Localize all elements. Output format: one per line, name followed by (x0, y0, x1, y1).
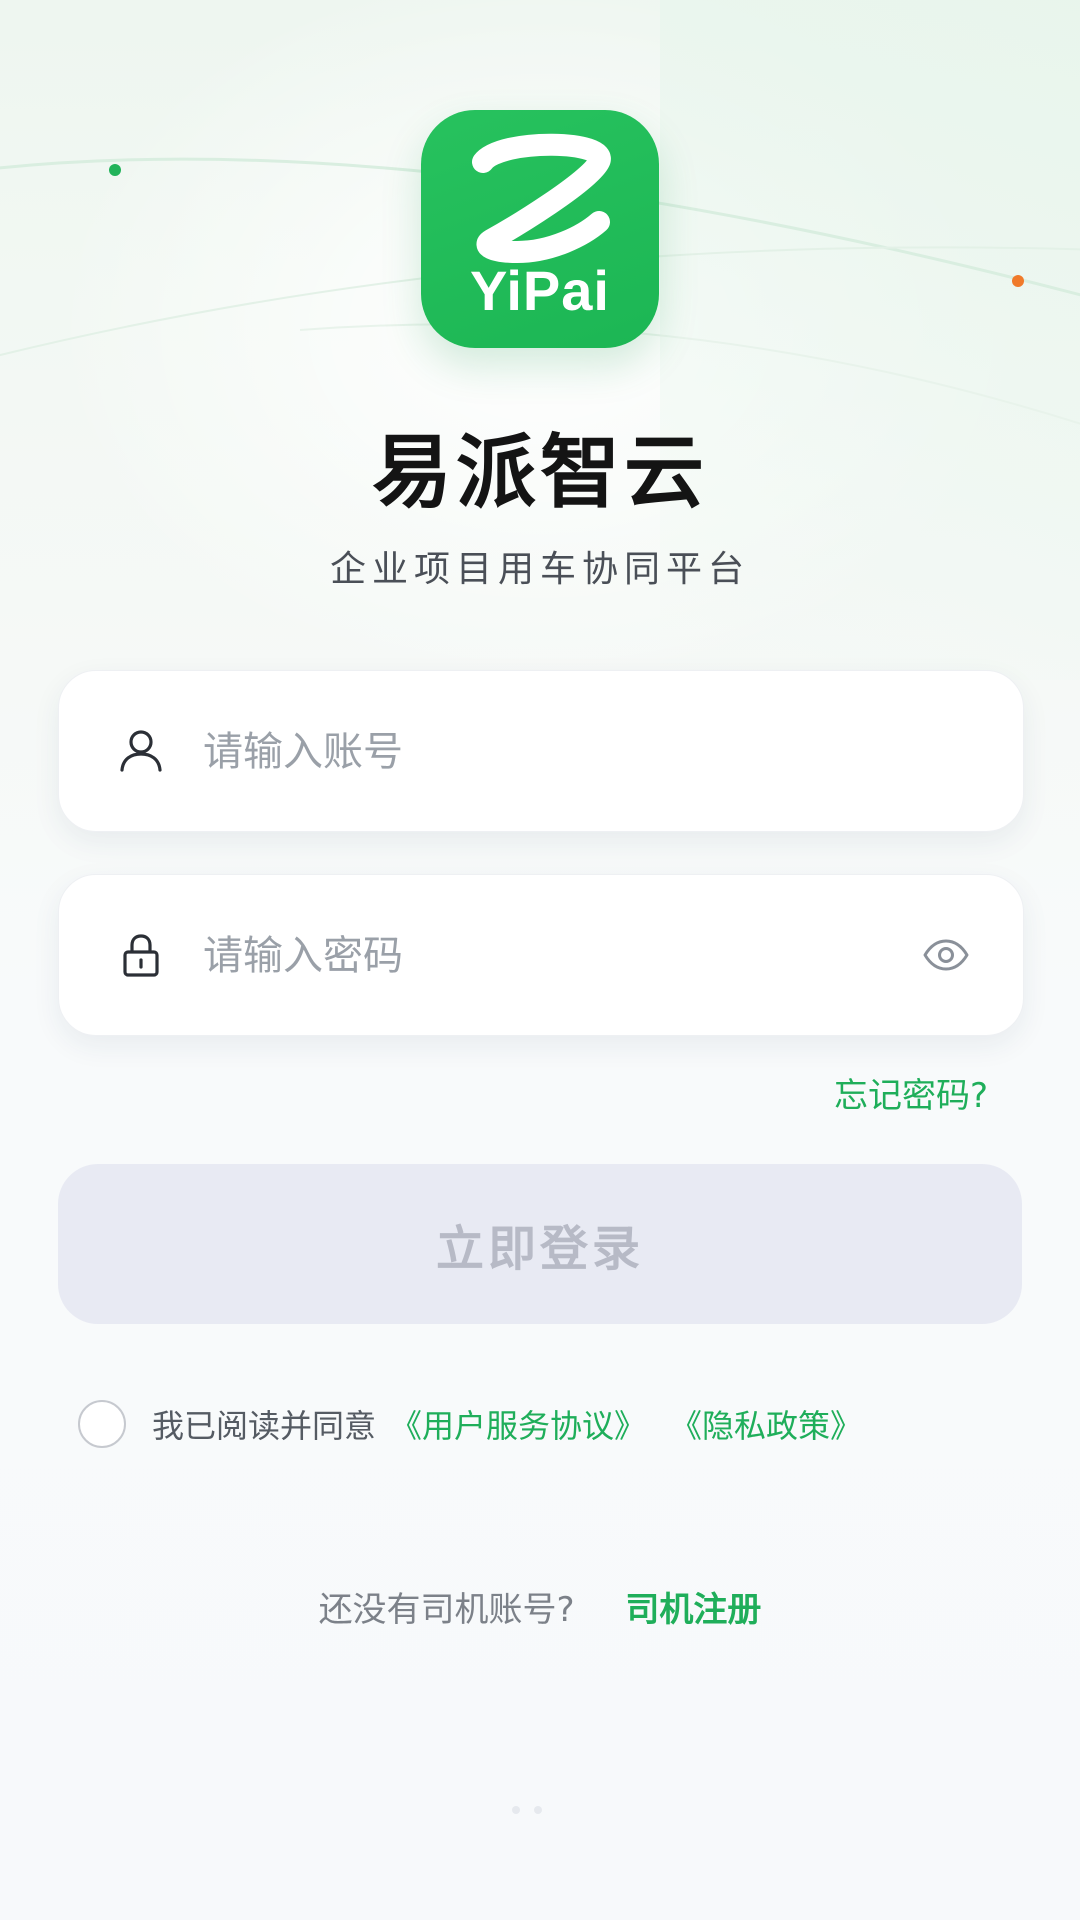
register-question: 还没有司机账号? (318, 1590, 575, 1630)
app-title: 易派智云 (372, 426, 708, 519)
lock-icon (123, 934, 159, 977)
app-subtitle: 企业项目用车协同平台 (329, 549, 750, 590)
eye-icon[interactable] (921, 930, 971, 980)
agreement-row: 我已阅读并同意 《用户服务协议》 《隐私政策》 (78, 1396, 886, 1452)
password-field[interactable] (58, 874, 1024, 1037)
green-dot (109, 164, 121, 176)
privacy-link[interactable]: 《隐私政策》 (670, 1401, 862, 1447)
orange-dot (1012, 275, 1024, 287)
agreement-text: 我已阅读并同意 (152, 1407, 377, 1445)
terms-link[interactable]: 《用户服务协议》 (390, 1401, 646, 1447)
page-dot (534, 1806, 542, 1814)
page-indicator (512, 1806, 542, 1814)
forgot-password-link[interactable]: 忘记密码? (834, 1068, 988, 1117)
password-input[interactable] (201, 875, 905, 1037)
decorative-arcs (0, 157, 1080, 425)
account-input[interactable] (201, 671, 905, 833)
account-field[interactable] (58, 670, 1024, 833)
logo-text: YiPai (470, 259, 610, 322)
register-row: 还没有司机账号? 司机注册 (0, 1582, 1080, 1631)
login-button[interactable]: 立即登录 (58, 1164, 1022, 1324)
driver-register-link[interactable]: 司机注册 (625, 1590, 761, 1630)
agreement-checkbox[interactable] (78, 1400, 126, 1448)
page-dot (512, 1806, 520, 1814)
app-logo: YiPai (421, 110, 659, 348)
user-icon (120, 730, 162, 772)
